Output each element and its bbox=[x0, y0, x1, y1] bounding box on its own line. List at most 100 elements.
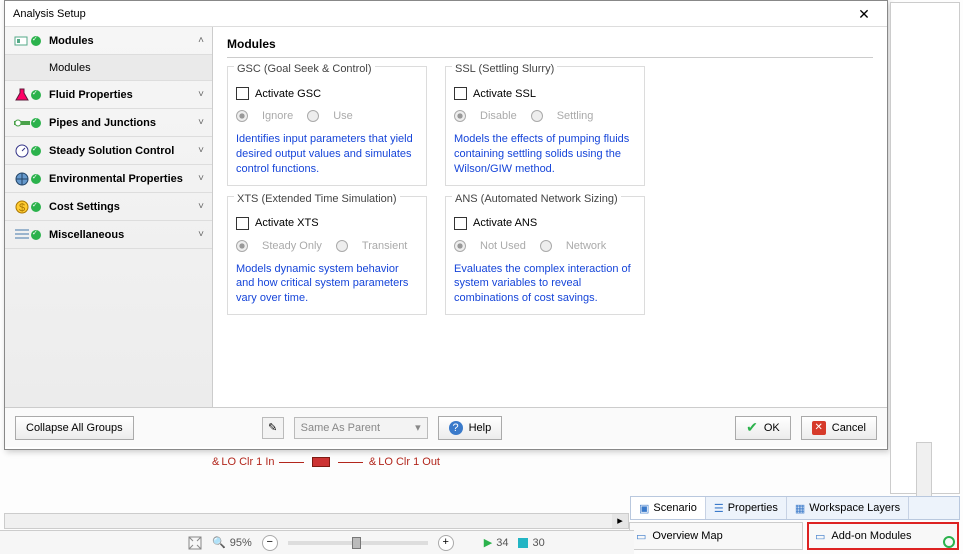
tab-properties[interactable]: ☰ Properties bbox=[706, 497, 787, 519]
tree-icon: ▣ bbox=[639, 502, 649, 515]
square-icon bbox=[518, 538, 528, 548]
radio-label: Steady Only bbox=[262, 240, 322, 252]
sidebar-group-label: Modules bbox=[49, 35, 198, 47]
layers-icon: ▦ bbox=[795, 502, 805, 515]
dialog-titlebar: Analysis Setup ✕ bbox=[5, 1, 887, 27]
content-panel: Modules GSC (Goal Seek & Control) Activa… bbox=[213, 27, 887, 407]
addon-modules-button[interactable]: ▭ Add-on Modules bbox=[807, 522, 959, 550]
module-ssl: SSL (Settling Slurry) Activate SSL Disab… bbox=[445, 66, 645, 186]
activate-xts-checkbox[interactable]: Activate XTS bbox=[236, 217, 418, 230]
cancel-button[interactable]: ✕ Cancel bbox=[801, 416, 877, 440]
fit-icon[interactable] bbox=[188, 536, 202, 550]
status-indicator-icon bbox=[943, 536, 955, 548]
globe-icon bbox=[13, 171, 31, 187]
properties-icon: ☰ bbox=[714, 502, 724, 515]
radio-settling[interactable] bbox=[531, 110, 543, 122]
close-icon[interactable]: ✕ bbox=[849, 1, 879, 27]
sidebar-item-modules[interactable]: Modules bbox=[5, 55, 212, 81]
tab-workspace-layers[interactable]: ▦ Workspace Layers bbox=[787, 497, 909, 519]
radio-steady[interactable] bbox=[236, 240, 248, 252]
status-ok-icon bbox=[31, 90, 41, 100]
radio-label: Use bbox=[333, 110, 353, 122]
gauge-icon bbox=[13, 143, 31, 159]
module-description: Identifies input parameters that yield d… bbox=[236, 132, 418, 177]
module-title: ANS (Automated Network Sizing) bbox=[452, 193, 621, 205]
status-ok-icon bbox=[31, 174, 41, 184]
zoom-slider[interactable] bbox=[288, 541, 428, 545]
radio-label: Network bbox=[566, 240, 606, 252]
sidebar-group-label: Steady Solution Control bbox=[49, 145, 198, 157]
button-label: Help bbox=[469, 422, 492, 434]
activate-ssl-checkbox[interactable]: Activate SSL bbox=[454, 87, 636, 100]
module-description: Models dynamic system behavior and how c… bbox=[236, 262, 418, 307]
module-xts: XTS (Extended Time Simulation) Activate … bbox=[227, 196, 427, 316]
content-header: Modules bbox=[227, 33, 873, 58]
button-label: OK bbox=[764, 422, 780, 434]
flask-icon bbox=[13, 87, 31, 103]
radio-label: Transient bbox=[362, 240, 407, 252]
sidebar-group-steady[interactable]: Steady Solution Control ˅ bbox=[5, 137, 212, 165]
cost-icon: $ bbox=[13, 199, 31, 215]
overview-map-panel[interactable]: ▭ Overview Map bbox=[629, 522, 803, 550]
status-ok-icon bbox=[31, 36, 41, 46]
sidebar-group-pipes[interactable]: Pipes and Junctions ˅ bbox=[5, 109, 212, 137]
sidebar-group-label: Pipes and Junctions bbox=[49, 117, 198, 129]
same-as-parent-dropdown[interactable]: Same As Parent ▾ bbox=[294, 417, 428, 439]
play-icon: ▶ bbox=[484, 536, 492, 549]
check-icon: ✔ bbox=[746, 419, 758, 436]
radio-label: Ignore bbox=[262, 110, 293, 122]
checkbox-label: Activate GSC bbox=[255, 88, 321, 100]
status-bar: 🔍95% − + ▶34 30 bbox=[0, 530, 634, 554]
edit-icon[interactable]: ✎ bbox=[262, 417, 284, 439]
right-tabstrip: ▣ Scenario ☰ Properties ▦ Workspace Laye… bbox=[630, 496, 960, 520]
tab-scenario[interactable]: ▣ Scenario bbox=[631, 497, 706, 519]
radio-label: Not Used bbox=[480, 240, 526, 252]
zoom-in-button[interactable]: + bbox=[438, 535, 454, 551]
sidebar-group-fluid[interactable]: Fluid Properties ˅ bbox=[5, 81, 212, 109]
sidebar-group-env[interactable]: Environmental Properties ˅ bbox=[5, 165, 212, 193]
button-label: Cancel bbox=[832, 422, 866, 434]
ampersand-icon: & bbox=[369, 456, 376, 468]
scrollbar-horizontal[interactable]: ▸ bbox=[4, 513, 629, 529]
radio-network[interactable] bbox=[540, 240, 552, 252]
magnify-icon[interactable]: 🔍 bbox=[212, 536, 226, 549]
cancel-icon: ✕ bbox=[812, 421, 826, 435]
collapse-groups-button[interactable]: Collapse All Groups bbox=[15, 416, 134, 440]
ok-button[interactable]: ✔ OK bbox=[735, 416, 791, 440]
chevron-down-icon: ˅ bbox=[198, 173, 204, 184]
checkbox-label: Activate ANS bbox=[473, 217, 537, 229]
sidebar-group-modules[interactable]: Modules ˄ bbox=[5, 27, 212, 55]
chevron-down-icon: ˅ bbox=[198, 201, 204, 212]
count-pipes: 30 bbox=[532, 537, 544, 549]
chevron-down-icon: ˅ bbox=[198, 89, 204, 100]
activate-gsc-checkbox[interactable]: Activate GSC bbox=[236, 87, 418, 100]
sidebar-group-misc[interactable]: Miscellaneous ˅ bbox=[5, 221, 212, 249]
node-label-out: LO Clr 1 Out bbox=[378, 456, 440, 468]
dialog-body: Modules ˄ Modules Fluid Properties ˅ Pip… bbox=[5, 27, 887, 407]
module-title: GSC (Goal Seek & Control) bbox=[234, 63, 375, 75]
radio-ignore[interactable] bbox=[236, 110, 248, 122]
modules-icon bbox=[13, 33, 31, 49]
sidebar-group-label: Fluid Properties bbox=[49, 89, 198, 101]
radio-transient[interactable] bbox=[336, 240, 348, 252]
sidebar-group-cost[interactable]: $ Cost Settings ˅ bbox=[5, 193, 212, 221]
scroll-right-icon[interactable]: ▸ bbox=[612, 514, 628, 528]
radio-disable[interactable] bbox=[454, 110, 466, 122]
slider-thumb[interactable] bbox=[352, 537, 361, 549]
activate-ans-checkbox[interactable]: Activate ANS bbox=[454, 217, 636, 230]
module-gsc: GSC (Goal Seek & Control) Activate GSC I… bbox=[227, 66, 427, 186]
radio-notused[interactable] bbox=[454, 240, 466, 252]
help-button[interactable]: ? Help bbox=[438, 416, 503, 440]
checkbox-icon bbox=[236, 217, 249, 230]
button-label: Collapse All Groups bbox=[26, 422, 123, 434]
tab-label: Workspace Layers bbox=[809, 502, 900, 514]
checkbox-label: Activate XTS bbox=[255, 217, 319, 229]
chevron-down-icon: ˅ bbox=[198, 117, 204, 128]
zoom-out-button[interactable]: − bbox=[262, 535, 278, 551]
module-title: XTS (Extended Time Simulation) bbox=[234, 193, 400, 205]
radio-use[interactable] bbox=[307, 110, 319, 122]
module-title: SSL (Settling Slurry) bbox=[452, 63, 557, 75]
pump-node-icon[interactable] bbox=[312, 457, 330, 467]
checkbox-label: Activate SSL bbox=[473, 88, 536, 100]
modules-grid: GSC (Goal Seek & Control) Activate GSC I… bbox=[227, 66, 873, 315]
